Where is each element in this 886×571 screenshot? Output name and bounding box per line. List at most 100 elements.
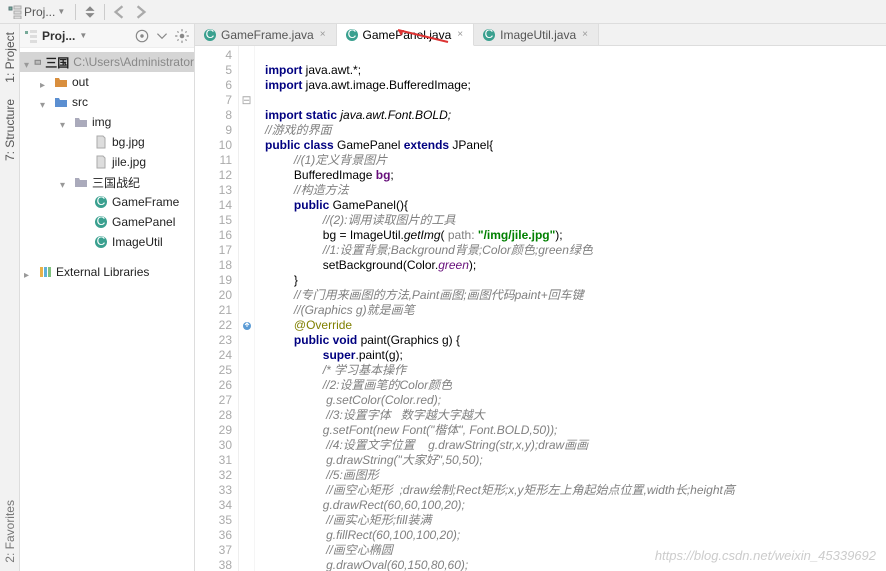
folder-icon <box>74 115 88 129</box>
left-tool-strip: 1: Project 7: Structure 2: Favorites <box>0 24 20 571</box>
toolbar-project-button[interactable]: Proj... ▼ <box>4 4 69 20</box>
line-number: 13 <box>195 183 232 198</box>
svg-text:C: C <box>97 215 106 228</box>
toolbar-back-icon[interactable] <box>111 4 127 20</box>
class-icon: C <box>482 28 496 42</box>
tab-label: ImageUtil.java <box>500 28 576 42</box>
tree-root-label: 三国 <box>45 54 69 71</box>
line-number: 24 <box>195 348 232 363</box>
file-icon <box>94 135 108 149</box>
chevron-right-icon[interactable] <box>24 267 34 277</box>
tab-gameframe[interactable]: C GameFrame.java × <box>195 24 337 45</box>
class-icon: C <box>345 28 359 42</box>
tree-root-path: C:\Users\Administrator <box>73 55 194 69</box>
line-number: 7 <box>195 93 232 108</box>
tree-node-imageutil[interactable]: C ImageUtil <box>20 232 194 252</box>
line-number: 15 <box>195 213 232 228</box>
fold-icon[interactable]: ⊟ <box>239 93 254 108</box>
chevron-down-icon[interactable]: ▼ <box>79 31 87 40</box>
line-number: 21 <box>195 303 232 318</box>
tree-node-gamepanel[interactable]: C GamePanel <box>20 212 194 232</box>
tree-node-img[interactable]: img <box>20 112 194 132</box>
toolbar-forward-icon[interactable] <box>133 4 149 20</box>
tree-node-out[interactable]: out <box>20 72 194 92</box>
tree-node-external-libraries[interactable]: External Libraries <box>20 262 194 282</box>
tree-label: out <box>72 75 89 89</box>
collapse-icon[interactable] <box>154 28 170 44</box>
line-number: 35 <box>195 513 232 528</box>
tool-window-project[interactable]: 1: Project <box>1 24 19 91</box>
tree-node-jile[interactable]: jile.jpg <box>20 152 194 172</box>
line-number: 14 <box>195 198 232 213</box>
folder-icon <box>54 75 68 89</box>
module-icon <box>34 55 42 69</box>
line-number: 27 <box>195 393 232 408</box>
package-icon <box>74 175 88 189</box>
tree-label: jile.jpg <box>112 155 146 169</box>
override-icon[interactable] <box>239 318 254 333</box>
tab-imageutil[interactable]: C ImageUtil.java × <box>474 24 599 45</box>
tree-root[interactable]: 三国 C:\Users\Administrator <box>20 52 194 72</box>
line-number: 11 <box>195 153 232 168</box>
chevron-down-icon: ▼ <box>57 7 65 16</box>
chevron-down-icon[interactable] <box>60 117 70 127</box>
tree-label: GameFrame <box>112 195 179 209</box>
top-toolbar: Proj... ▼ <box>0 0 886 24</box>
line-number: 38 <box>195 558 232 571</box>
svg-text:C: C <box>206 28 215 41</box>
line-number: 17 <box>195 243 232 258</box>
separator <box>75 4 76 20</box>
line-number: 25 <box>195 363 232 378</box>
tab-label: GameFrame.java <box>221 28 314 42</box>
tree-node-src[interactable]: src <box>20 92 194 112</box>
gutter-icons: ⊟ <box>239 46 255 571</box>
chevron-right-icon[interactable] <box>40 77 50 87</box>
collapse-icon[interactable] <box>82 4 98 20</box>
tree-node-gameframe[interactable]: C GameFrame <box>20 192 194 212</box>
line-number: 6 <box>195 78 232 93</box>
line-number: 4 <box>195 48 232 63</box>
class-icon: C <box>94 235 108 249</box>
tree-node-bg[interactable]: bg.jpg <box>20 132 194 152</box>
line-number: 8 <box>195 108 232 123</box>
tool-window-structure[interactable]: 7: Structure <box>1 91 19 169</box>
project-panel-title: Proj... <box>42 29 75 43</box>
svg-text:C: C <box>347 28 356 41</box>
separator <box>104 4 105 20</box>
line-number-gutter: 4 5 6 7 8 9 10 11 12 13 14 15 16 17 18 1… <box>195 46 239 571</box>
line-number: 32 <box>195 468 232 483</box>
source-folder-icon <box>54 95 68 109</box>
close-icon[interactable]: × <box>580 29 590 40</box>
toolbar-project-label: Proj... <box>24 5 55 19</box>
close-icon[interactable]: × <box>318 29 328 40</box>
line-number: 26 <box>195 378 232 393</box>
line-number: 10 <box>195 138 232 153</box>
chevron-down-icon[interactable] <box>60 177 70 187</box>
tool-window-favorites-label: 2: Favorites <box>3 500 17 563</box>
tool-window-structure-label: 7: Structure <box>3 99 17 161</box>
tree-node-pkg[interactable]: 三国战纪 <box>20 172 194 192</box>
close-icon[interactable]: × <box>455 29 465 40</box>
line-number: 36 <box>195 528 232 543</box>
tree-label: GamePanel <box>112 215 175 229</box>
class-icon: C <box>203 28 217 42</box>
gear-icon[interactable] <box>174 28 190 44</box>
tree-label: ImageUtil <box>112 235 163 249</box>
line-number: 33 <box>195 483 232 498</box>
tree-label: img <box>92 115 111 129</box>
tree-label: 三国战纪 <box>92 174 140 191</box>
line-number: 31 <box>195 453 232 468</box>
class-icon: C <box>94 195 108 209</box>
chevron-down-icon[interactable] <box>40 97 50 107</box>
file-icon <box>94 155 108 169</box>
editor-pane: C GameFrame.java × C GamePanel.java × C … <box>195 24 886 571</box>
libraries-icon <box>38 265 52 279</box>
chevron-down-icon[interactable] <box>24 57 30 67</box>
project-panel-header: Proj... ▼ <box>20 24 194 48</box>
target-icon[interactable] <box>134 28 150 44</box>
tool-window-favorites[interactable]: 2: Favorites <box>1 492 19 571</box>
code-editor[interactable]: import java.awt.*; import java.awt.image… <box>255 46 886 571</box>
line-number: 23 <box>195 333 232 348</box>
tab-gamepanel[interactable]: C GamePanel.java × <box>337 24 475 46</box>
line-number: 28 <box>195 408 232 423</box>
